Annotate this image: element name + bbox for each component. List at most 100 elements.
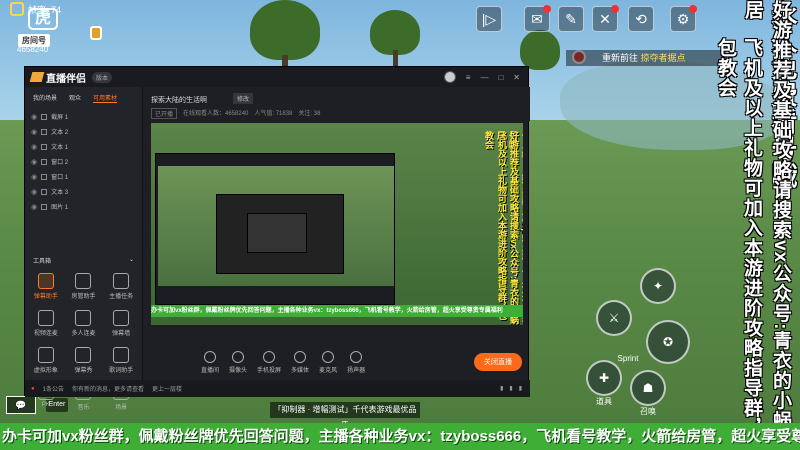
lock-icon[interactable] (41, 173, 48, 180)
scene-label: 文本 2 (51, 130, 69, 136)
lock-icon[interactable] (41, 143, 48, 150)
menu-icon[interactable]: ≡ (466, 73, 471, 82)
share-icon[interactable]: ⟲ (628, 6, 654, 32)
tab-audience[interactable]: 观众 (69, 93, 81, 103)
multi-user-icon (75, 310, 92, 326)
toolbox-title: 工具箱 (33, 259, 52, 265)
eye-icon[interactable]: ◉ (31, 188, 37, 196)
avatar-icon (37, 347, 54, 363)
danmaku-icon (37, 273, 54, 289)
scene-label: 文本 3 (51, 190, 69, 196)
nested-preview (155, 153, 395, 305)
lock-icon[interactable] (41, 188, 48, 195)
tool-camera[interactable]: 摄像头 (229, 350, 247, 374)
stream-preview[interactable]: 十三级以上粉丝牌可加vip粉丝群，可永久免费看号哦 好游推荐及基础攻略请搜索vx… (151, 123, 523, 325)
live-meta: 已开播 在线观看人数：4658240 人气值: 71838 关注: 38 (151, 108, 320, 119)
notes-icon[interactable]: ✎ (558, 6, 584, 32)
app-version-chip[interactable]: 版本 (92, 71, 113, 83)
close-icon[interactable]: ✕ (513, 73, 520, 82)
route-prefix: 重新前往 (602, 53, 639, 63)
tool-lyrics[interactable]: 歌词助手 (102, 347, 140, 374)
scene-item[interactable]: ◉ 文本 2 (25, 124, 142, 139)
tool-mic[interactable]: 麦克风 (319, 350, 337, 374)
status-bar: ● 1条公告 你有新的消息，更多请查看 更上一层楼 ▮ ▮ ▮ (25, 380, 530, 397)
edit-title-button[interactable]: 修改 (233, 93, 254, 104)
tool-tasks[interactable]: 主播任务 (102, 273, 140, 300)
tool-danmaku-show[interactable]: 弹幕秀 (65, 347, 103, 374)
huya-logo: 虎 (28, 8, 58, 30)
tool-danmaku[interactable]: 弹幕助手 (27, 273, 65, 300)
tool-speaker[interactable]: 扬声器 (347, 350, 365, 374)
tool-label: 弹幕墙 (112, 331, 131, 337)
wall-icon (113, 310, 130, 326)
scene-label: 文本 1 (51, 145, 69, 151)
scene-item[interactable]: ◉ 文本 3 (25, 184, 142, 199)
skill-button[interactable]: ✦ (640, 268, 676, 304)
tool-room-admin[interactable]: 房管助手 (65, 273, 103, 300)
tool-label: 视频连麦 (33, 331, 58, 337)
maximize-icon[interactable]: □ (498, 73, 503, 82)
settings-icon[interactable]: ⚙ (670, 5, 697, 32)
eye-icon[interactable]: ◉ (31, 203, 37, 211)
tool-live-room[interactable]: 直播间 (201, 350, 219, 374)
scene-label: 图片 1 (51, 205, 69, 211)
avatar[interactable] (443, 71, 456, 83)
network-icon: ▮ (509, 386, 513, 392)
tools-icon[interactable]: ✕ (592, 5, 619, 32)
scene-item[interactable]: ◉ 文本 1 (25, 139, 142, 154)
tab-materials[interactable]: 可用素材 (93, 93, 118, 103)
close-live-button[interactable]: 关闭直播 (474, 353, 522, 371)
tool-multi-link[interactable]: 多人连麦 (65, 310, 103, 337)
scene-item[interactable]: ◉ 截屏 1 (25, 109, 142, 124)
scene-item[interactable]: ◉ 图片 1 (25, 199, 142, 214)
tool-phone-cast[interactable]: 手机投屏 (257, 350, 281, 374)
app-logo-icon (29, 72, 45, 82)
eye-icon[interactable]: ◉ (31, 158, 37, 166)
lock-icon[interactable] (41, 113, 48, 120)
preview-ticker: 办卡可加vx粉丝群，佩戴粉丝牌优先回答问题，主播各种业务vx：tzyboss66… (151, 305, 523, 317)
bottom-toolbar: 直播间 摄像头 手机投屏 多媒体 麦克风 扬声器 关闭直播 (143, 345, 530, 379)
chevron-icon[interactable]: ⌄ (129, 256, 134, 265)
skill-label: 召唤 (640, 407, 656, 416)
attack-button[interactable]: ✪ (646, 320, 690, 364)
lock-icon[interactable] (41, 128, 48, 135)
item-button[interactable]: ✚ (586, 360, 622, 396)
scene-sidebar: 我的场景 观众 可用素材 ◉ 截屏 1 ◉ 文本 2 ◉ 文本 1 ◉ 窗口 2 ◉ 窗口… (25, 87, 143, 411)
tool-label: 多人连麦 (71, 331, 96, 337)
media-icon (294, 350, 307, 363)
mail-icon[interactable]: ✉ (524, 5, 551, 32)
tab-my-scenes[interactable]: 我的场景 (33, 93, 57, 103)
tool-label: 虚拟形象 (33, 368, 58, 374)
tool-avatar[interactable]: 虚拟形象 (27, 347, 65, 374)
lock-icon[interactable] (41, 203, 48, 210)
tool-danmaku-wall[interactable]: 弹幕墙 (102, 310, 140, 337)
play-pause-icon[interactable]: |▷ (476, 6, 502, 32)
summon-button[interactable]: ☗ (630, 370, 666, 406)
eye-icon[interactable]: ◉ (31, 113, 37, 121)
phone-icon (263, 350, 276, 363)
eye-icon[interactable]: ◉ (31, 128, 37, 136)
preview-caption-3: 飞机及以上礼物可加入本游进阶攻略指导群，包教会 (484, 131, 507, 320)
eye-icon[interactable]: ◉ (31, 173, 37, 181)
video-icon (37, 310, 54, 326)
status-text: 你有新的消息，更多请查看 (71, 387, 144, 393)
route-hint[interactable]: 重新前往 掠夺者据点 (566, 50, 726, 66)
streaming-app-window: 直播伴侣 版本 ≡ — □ ✕ 我的场景 观众 可用素材 ◉ 截屏 1 ◉ 文本 2… (24, 66, 530, 411)
scene-item[interactable]: ◉ 窗口 1 (25, 169, 142, 184)
status-warning[interactable]: 1条公告 (43, 384, 64, 393)
lock-icon[interactable] (41, 158, 48, 165)
tool-video-link[interactable]: 视频连麦 (27, 310, 65, 337)
viewer-count: 在线观看人数：4658240 (183, 111, 249, 117)
tool-media[interactable]: 多媒体 (291, 350, 309, 374)
mic-icon (322, 350, 335, 363)
scene-item[interactable]: ◉ 窗口 2 (25, 154, 142, 169)
cpu-icon: ▮ (500, 386, 504, 392)
scene-label: 截屏 1 (51, 115, 69, 121)
gift-icon[interactable] (90, 26, 102, 40)
eye-icon[interactable]: ◉ (31, 143, 37, 151)
minimize-icon[interactable]: — (480, 73, 488, 82)
tool-label: 房管助手 (71, 294, 96, 300)
skill-button[interactable]: ⚔ (596, 300, 632, 336)
app-name: 直播伴侣 (46, 73, 86, 85)
popularity: 人气值: 71838 (254, 111, 293, 117)
